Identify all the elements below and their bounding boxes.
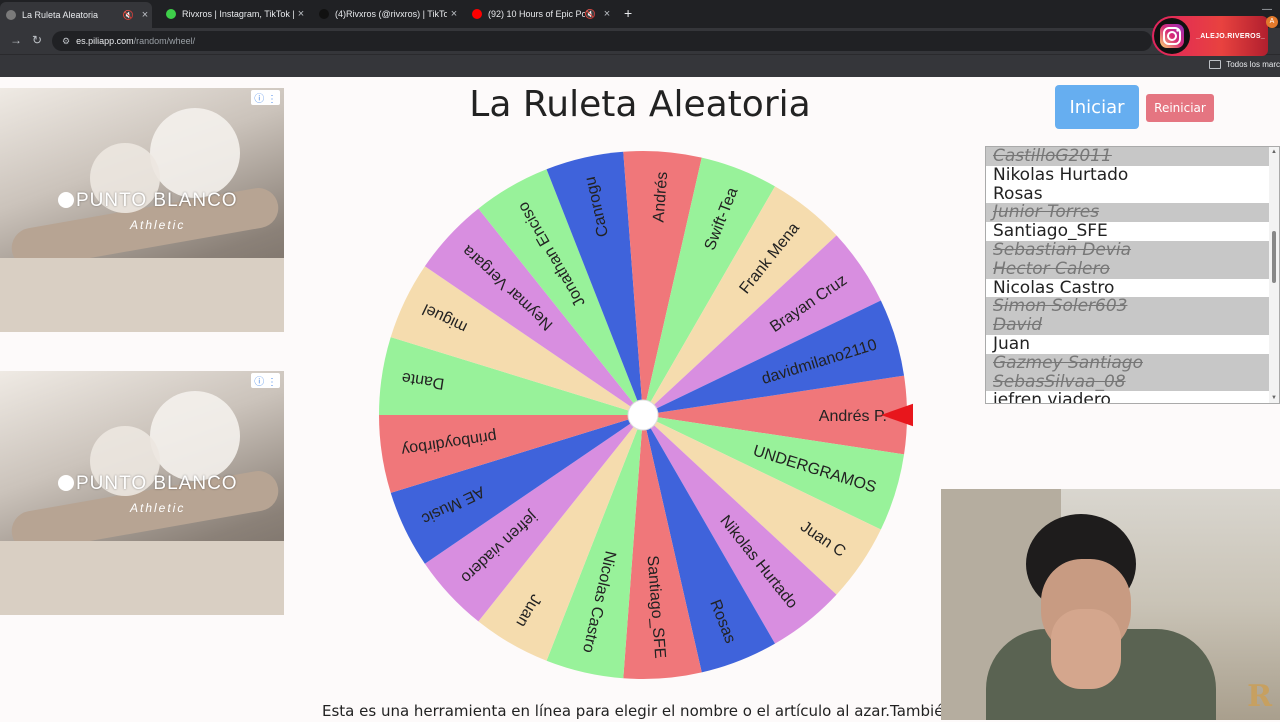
close-tab-icon[interactable]: × bbox=[447, 8, 461, 20]
list-item: Gazmey Santiago bbox=[986, 353, 1269, 373]
browser-tab[interactable]: Rivxros | Instagram, TikTok | Lin× bbox=[160, 4, 308, 24]
tab-favicon-icon bbox=[319, 9, 329, 19]
url-field[interactable]: ⚙ es.piliapp.com/random/wheel/ bbox=[52, 31, 1152, 51]
all-bookmarks-label: Todos los marc bbox=[1226, 60, 1280, 69]
info-icon[interactable]: ⓘ ⋮ bbox=[251, 90, 280, 105]
page-title: La Ruleta Aleatoria bbox=[469, 84, 811, 125]
ad-subtitle: Athletic bbox=[130, 501, 186, 515]
tab-title: La Ruleta Aleatoria bbox=[22, 10, 99, 20]
mute-icon[interactable]: 🔇 bbox=[123, 10, 134, 21]
instagram-overlay: _ALEJO.RIVEROS_ bbox=[1152, 16, 1268, 56]
profile-avatar[interactable]: A bbox=[1266, 16, 1278, 28]
url-path: /random/wheel/ bbox=[133, 36, 196, 46]
instagram-icon bbox=[1154, 18, 1190, 54]
browser-tab[interactable]: (4)Rivxros (@rivxros) | TikTok × bbox=[313, 4, 461, 24]
browser-tab[interactable]: (92) 10 Hours of Epic Power🔇 × bbox=[466, 4, 614, 24]
close-tab-icon[interactable]: × bbox=[138, 9, 152, 21]
list-item: jefren viadero bbox=[993, 390, 1111, 404]
ad-banner[interactable]: PUNTO BLANCO Athletic ⓘ ⋮ bbox=[0, 371, 284, 615]
info-icon[interactable]: ⓘ ⋮ bbox=[251, 373, 280, 388]
tab-title: Rivxros | Instagram, TikTok | Lin bbox=[182, 9, 294, 19]
tab-title: (92) 10 Hours of Epic Power bbox=[488, 9, 585, 19]
ad-brand: PUNTO BLANCO bbox=[58, 473, 238, 495]
names-textarea[interactable]: CastilloG2011 Nikolas Hurtado Rosas Junior … bbox=[985, 146, 1280, 404]
scrollbar[interactable]: ▲ ▼ bbox=[1269, 147, 1279, 403]
list-item: Nikolas Hurtado bbox=[993, 164, 1129, 185]
tab-favicon-icon bbox=[6, 10, 16, 20]
forward-icon[interactable]: → bbox=[10, 33, 22, 47]
all-bookmarks[interactable]: Todos los marc bbox=[1209, 60, 1280, 70]
wheel-hub[interactable] bbox=[627, 399, 659, 431]
reset-button[interactable]: Reiniciar bbox=[1146, 94, 1214, 122]
url-host: es.piliapp.com bbox=[76, 36, 134, 46]
list-item: Hector Calero bbox=[986, 259, 1269, 279]
tab-bar: La Ruleta Aleatoria 🔇 × Rivxros | Instagram… bbox=[0, 0, 1280, 28]
tab-title: (4)Rivxros (@rivxros) | TikTok bbox=[335, 9, 447, 19]
mute-icon[interactable]: 🔇 bbox=[585, 9, 596, 20]
description-text: Esta es una herramienta en línea para el… bbox=[322, 702, 942, 720]
instagram-handle: _ALEJO.RIVEROS_ bbox=[1196, 32, 1266, 40]
spin-wheel[interactable]: Andrés P.UNDERGRAMOSJuan CNikolas Hurtad… bbox=[373, 145, 913, 685]
site-info-icon[interactable]: ⚙ bbox=[62, 36, 70, 47]
list-item: CastilloG2011 bbox=[986, 147, 1269, 166]
folder-icon bbox=[1209, 60, 1222, 70]
wheel-segment-label: Andrés P. bbox=[819, 408, 887, 425]
list-item: Santiago_SFE bbox=[993, 221, 1108, 242]
tab-favicon-icon bbox=[166, 9, 176, 19]
streamer-logo: R bbox=[1247, 679, 1272, 714]
close-tab-icon[interactable]: × bbox=[294, 8, 308, 20]
list-item: Rosas bbox=[993, 183, 1043, 204]
tab-favicon-icon bbox=[472, 9, 482, 19]
browser-tab[interactable]: La Ruleta Aleatoria 🔇 × bbox=[0, 2, 152, 28]
list-item: Juan bbox=[993, 333, 1030, 354]
address-bar-row: → ↻ ⚙ es.piliapp.com/random/wheel/ bbox=[0, 28, 1280, 54]
ad-banner[interactable]: PUNTO BLANCO Athletic ⓘ ⋮ bbox=[0, 88, 284, 332]
new-tab-button[interactable]: + bbox=[624, 5, 632, 21]
list-item: Junior Torres bbox=[986, 203, 1269, 223]
list-item: Simon Soler603 bbox=[986, 297, 1269, 317]
ad-subtitle: Athletic bbox=[130, 218, 186, 232]
window-controls[interactable]: — bbox=[1262, 4, 1272, 15]
close-tab-icon[interactable]: × bbox=[600, 8, 614, 20]
webcam-overlay: R bbox=[941, 489, 1280, 720]
bookmarks-bar: Todos los marc bbox=[0, 54, 1280, 77]
start-button[interactable]: Iniciar bbox=[1055, 85, 1139, 129]
reload-icon[interactable]: ↻ bbox=[32, 33, 42, 47]
ad-brand: PUNTO BLANCO bbox=[58, 190, 238, 212]
list-item: Nicolas Castro bbox=[993, 277, 1115, 298]
list-item: Sebastian Devia bbox=[986, 241, 1269, 260]
list-item: SebasSilvaa_08 bbox=[986, 372, 1269, 392]
list-item: David bbox=[986, 316, 1269, 335]
